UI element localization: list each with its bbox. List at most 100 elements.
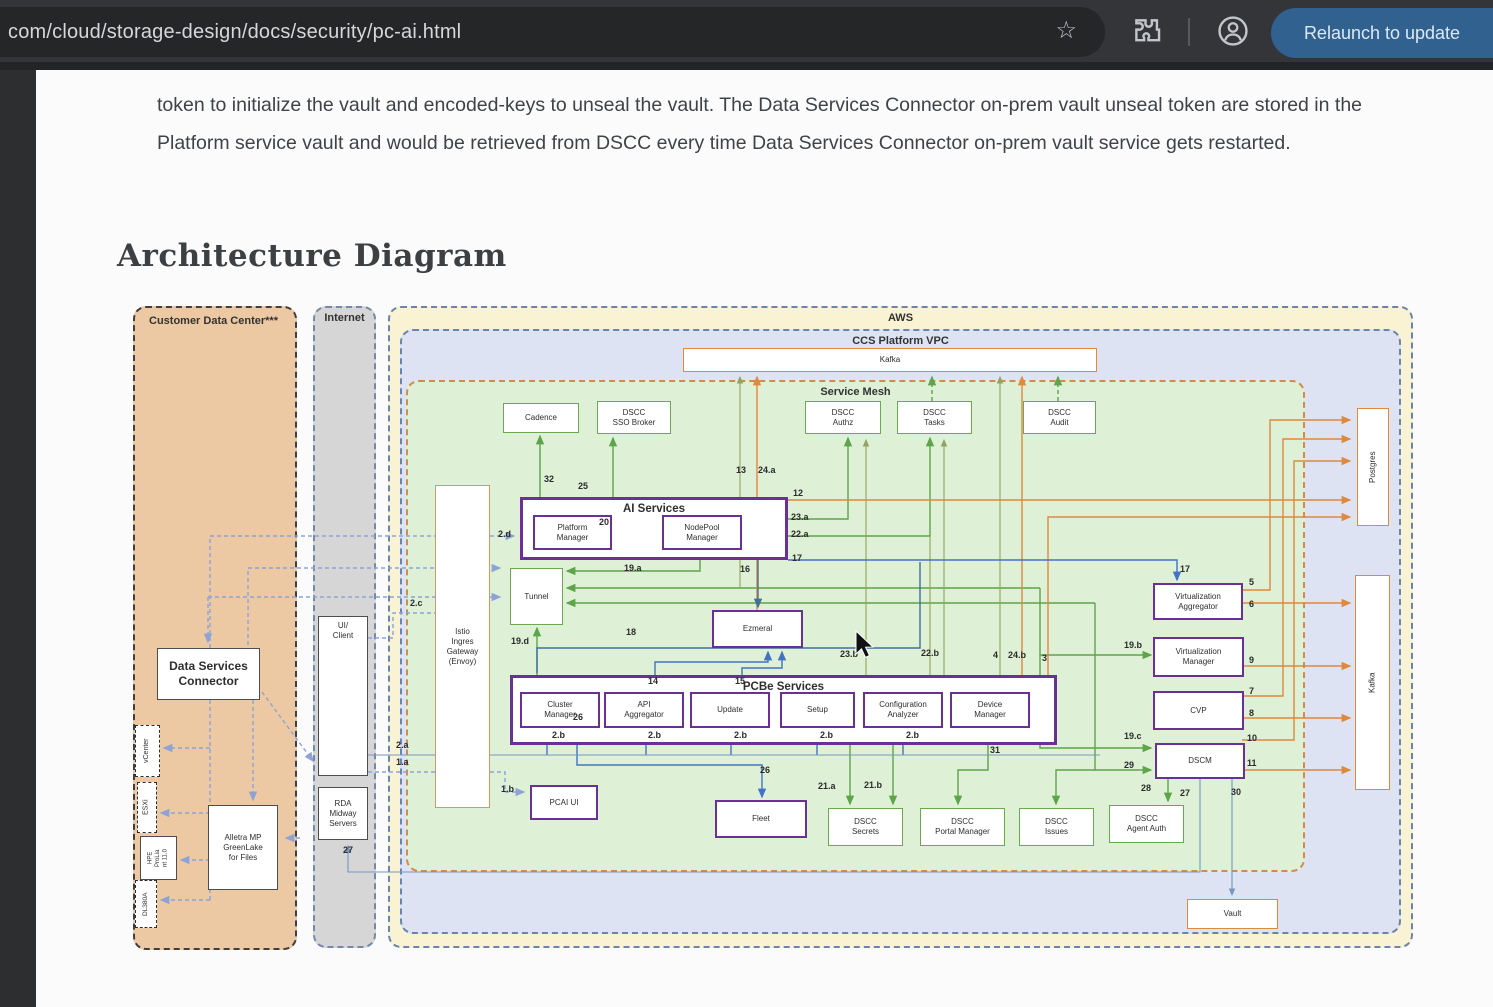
edge-label-24.a: 24.a <box>758 465 776 475</box>
edge-label-2.b: 2.b <box>648 730 661 740</box>
edge <box>1056 770 1095 804</box>
cvp: CVP <box>1153 691 1244 730</box>
profile-icon[interactable] <box>1216 14 1250 48</box>
edge-label-2.b: 2.b <box>820 730 833 740</box>
edge-label-27: 27 <box>343 845 353 855</box>
cadence: Cadence <box>503 403 579 433</box>
edge-label-4: 4 <box>993 650 998 660</box>
edge-label-17: 17 <box>1180 564 1190 574</box>
edge <box>958 745 988 804</box>
pcai-ui: PCAI UI <box>530 785 598 820</box>
edge-label-3: 3 <box>1042 653 1047 663</box>
edge-label-21.a: 21.a <box>818 781 836 791</box>
dscc-audit: DSCC Audit <box>1023 401 1096 434</box>
edge-label-6: 6 <box>1249 599 1254 609</box>
left-dark-strip <box>0 62 36 1007</box>
esxi: ESXi <box>137 782 157 833</box>
nodepool-manager: NodePool Manager <box>662 515 742 550</box>
edge-label-25: 25 <box>578 481 588 491</box>
bookmark-star-icon[interactable]: ☆ <box>1055 16 1077 45</box>
edge-label-17: 17 <box>792 553 802 563</box>
edge <box>788 438 848 519</box>
kafka-top: Kafka <box>683 348 1097 372</box>
device-manager: Device Manager <box>950 692 1030 728</box>
virtualization-aggregator: Virtualization Aggregator <box>1153 583 1243 620</box>
kafka-right: Kafka <box>1355 575 1390 790</box>
edge-label-9: 9 <box>1249 655 1254 665</box>
cluster-manager: Cluster Manager <box>520 692 600 728</box>
edge <box>1095 603 1151 770</box>
browser-toolbar: com/cloud/storage-design/docs/security/p… <box>0 0 1493 62</box>
edge-label-30: 30 <box>1231 787 1241 797</box>
edge-label-19.d: 19.d <box>511 636 529 646</box>
edge <box>1242 461 1350 740</box>
edge-label-19.c: 19.c <box>1124 731 1142 741</box>
edge-label-10: 10 <box>1247 733 1257 743</box>
edge-label-23.a: 23.a <box>791 512 809 522</box>
dscc-authz: DSCC Authz <box>805 401 881 434</box>
edge-label-27: 27 <box>1180 788 1190 798</box>
extensions-puzzle-icon[interactable] <box>1130 14 1164 48</box>
edge-label-2.b: 2.b <box>906 730 919 740</box>
edge-label-2.b: 2.b <box>734 730 747 740</box>
dscc-sso-broker: DSCC SSO Broker <box>597 401 671 434</box>
edge-label-15: 15 <box>735 676 745 686</box>
edge-label-1.b: 1.b <box>501 784 514 794</box>
alletra-mp-greenlake: Alletra MP GreenLake for Files <box>208 805 278 890</box>
relaunch-to-update-button[interactable]: Relaunch to update <box>1271 8 1493 58</box>
toolbar-shadow <box>0 62 1493 70</box>
edge <box>788 438 930 536</box>
toolbar-divider <box>1188 18 1190 46</box>
edge-label-2.c: 2.c <box>410 598 423 608</box>
dscc-portal-manager: DSCC Portal Manager <box>920 808 1005 846</box>
url-bar[interactable]: com/cloud/storage-design/docs/security/p… <box>0 7 1105 57</box>
istio-ingress-gateway: Istio Ingres Gateway (Envoy) <box>435 485 490 808</box>
edge-label-7: 7 <box>1249 686 1254 696</box>
edge <box>1242 439 1350 696</box>
edge-label-8: 8 <box>1249 708 1254 718</box>
edge-label-28: 28 <box>1141 783 1151 793</box>
edge-label-21.b: 21.b <box>864 780 882 790</box>
dscc-agent-auth: DSCC Agent Auth <box>1109 805 1184 843</box>
url-text: com/cloud/storage-design/docs/security/p… <box>8 21 461 44</box>
edge-label-20: 20 <box>599 517 609 527</box>
data-services-connector: Data Services Connector <box>157 648 260 700</box>
edge-label-22.b: 22.b <box>921 648 939 658</box>
edge-label-13: 13 <box>736 465 746 475</box>
edge-label-31: 31 <box>990 745 1000 755</box>
edge-label-2.a: 2.a <box>396 740 409 750</box>
edge-label-5: 5 <box>1249 577 1254 587</box>
edge-label-26: 26 <box>573 712 583 722</box>
architecture-diagram: Customer Data Center***InternetAWSCCS Pl… <box>0 0 1493 1007</box>
hpe-proliant: HPE ProLia nt 11.0 <box>140 836 177 880</box>
edge <box>788 560 1177 580</box>
edge-label-22.a: 22.a <box>791 529 809 539</box>
ezmeral: Ezmeral <box>712 610 803 648</box>
edge-label-11: 11 <box>1247 758 1257 768</box>
edge-label-19.b: 19.b <box>1124 640 1142 650</box>
edge-label-16: 16 <box>740 564 750 574</box>
dscc-issues: DSCC Issues <box>1019 808 1094 846</box>
edge-label-29: 29 <box>1124 760 1134 770</box>
dscc-tasks: DSCC Tasks <box>897 401 972 434</box>
edge-label-2.b: 2.b <box>552 730 565 740</box>
fleet: Fleet <box>715 800 807 838</box>
dscm: DSCM <box>1155 743 1245 779</box>
edge <box>262 692 313 761</box>
edge-label-1.a: 1.a <box>396 757 409 767</box>
setup: Setup <box>780 692 855 728</box>
rda-midway-servers: RDA Midway Servers <box>318 787 368 840</box>
dscc-secrets: DSCC Secrets <box>828 808 903 846</box>
vcenter: vCenter <box>135 725 160 777</box>
virtualization-manager: Virtualization Manager <box>1153 637 1244 677</box>
edge-label-26: 26 <box>760 765 770 775</box>
edge-label-32: 32 <box>544 474 554 484</box>
edge-label-12: 12 <box>793 488 803 498</box>
vault: Vault <box>1187 899 1278 929</box>
configuration-analyzer: Configuration Analyzer <box>863 692 943 728</box>
api-aggregator: API Aggregator <box>604 692 684 728</box>
mouse-cursor <box>853 630 879 660</box>
edge-label-19.a: 19.a <box>624 563 642 573</box>
edge <box>1242 420 1350 590</box>
edge-label-24.b: 24.b <box>1008 650 1026 660</box>
